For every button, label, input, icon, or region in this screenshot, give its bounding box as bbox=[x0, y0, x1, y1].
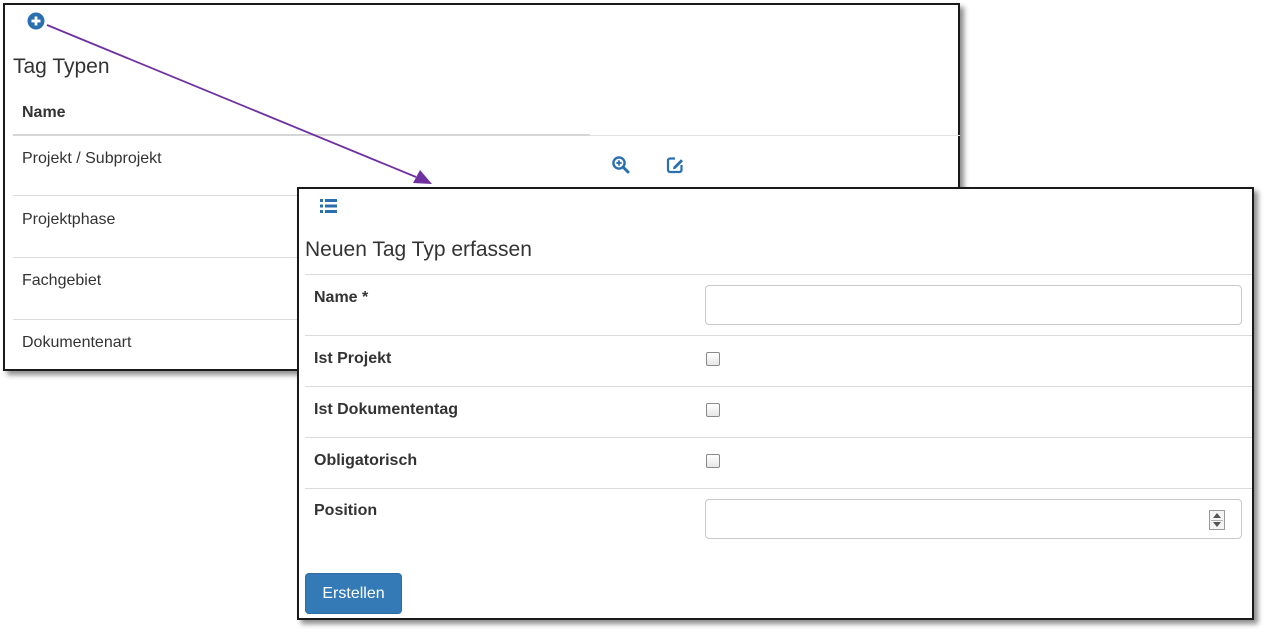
number-spinner[interactable] bbox=[1209, 510, 1225, 530]
spinner-divider bbox=[1211, 520, 1223, 521]
form-divider bbox=[305, 437, 1252, 438]
create-button[interactable]: Erstellen bbox=[305, 573, 402, 614]
obligatorisch-label: Obligatorisch bbox=[314, 452, 418, 469]
new-tag-type-form-panel: Neuen Tag Typ erfassen Name * Ist Projek… bbox=[297, 187, 1254, 620]
form-divider bbox=[305, 335, 1252, 336]
form-divider bbox=[305, 274, 1252, 275]
list-icon[interactable] bbox=[319, 197, 339, 215]
form-divider bbox=[305, 488, 1252, 489]
position-label: Position bbox=[314, 502, 378, 519]
form-divider bbox=[305, 386, 1252, 387]
name-input[interactable] bbox=[705, 285, 1242, 325]
ist-dokumententag-checkbox[interactable] bbox=[706, 403, 720, 417]
spinner-up-icon[interactable] bbox=[1213, 513, 1221, 518]
ist-dokumententag-label: Ist Dokumententag bbox=[314, 401, 459, 418]
obligatorisch-checkbox[interactable] bbox=[706, 454, 720, 468]
ist-projekt-label: Ist Projekt bbox=[314, 350, 392, 367]
spinner-down-icon[interactable] bbox=[1213, 522, 1221, 527]
ist-projekt-checkbox[interactable] bbox=[706, 352, 720, 366]
name-label: Name * bbox=[314, 289, 369, 306]
position-input[interactable] bbox=[705, 499, 1242, 539]
form-title: Neuen Tag Typ erfassen bbox=[305, 238, 532, 261]
